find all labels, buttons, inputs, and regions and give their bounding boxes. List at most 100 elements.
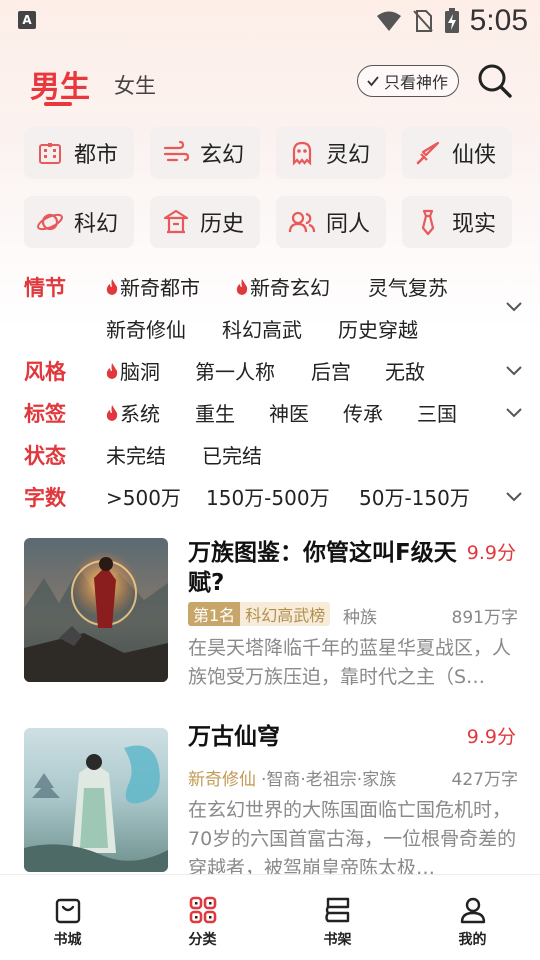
filter-option[interactable]: 神医 — [269, 398, 309, 427]
book-title[interactable]: 万族图鉴：你管这叫F级天赋? — [188, 538, 458, 598]
category-label: 历史 — [200, 212, 245, 237]
category-kehuan[interactable]: 科幻 — [24, 196, 134, 248]
filter-option[interactable]: 已完结 — [202, 440, 262, 469]
category-tongren[interactable]: 同人 — [276, 196, 386, 248]
filter-label: 字数 — [24, 486, 66, 510]
category-label: 同人 — [326, 212, 371, 237]
book-word-count: 891万字 — [451, 608, 518, 628]
category-linghuan[interactable]: 灵幻 — [276, 127, 386, 179]
filter-option[interactable]: 50万-150万 — [359, 482, 470, 511]
category-label: 灵幻 — [326, 143, 371, 168]
filter-row-plot: 情节 新奇都市 新奇玄幻 灵气复苏 新奇修仙 科幻高武 历史穿越 — [24, 266, 524, 350]
category-label: 玄幻 — [200, 143, 245, 168]
filter-option[interactable]: 后宫 — [311, 356, 351, 385]
bookstore-bag-icon — [55, 898, 80, 924]
filter-panel: 情节 新奇都市 新奇玄幻 灵气复苏 新奇修仙 科幻高武 历史穿越 风格 脑洞 第… — [24, 266, 524, 518]
nav-profile[interactable]: 我的 — [405, 875, 540, 960]
filter-option[interactable]: 无敌 — [385, 356, 425, 385]
book-cover — [24, 538, 168, 682]
book-genre[interactable]: 新奇修仙 — [188, 765, 256, 790]
book-title[interactable]: 万古仙穹 — [188, 722, 458, 752]
book-score: 9.9分 — [466, 726, 516, 748]
category-label: 现实 — [452, 212, 497, 237]
clock-time: 5:05 — [469, 4, 528, 37]
active-tab-indicator — [44, 102, 72, 106]
filter-option[interactable]: 第一人称 — [195, 356, 275, 385]
filter-option[interactable]: 新奇玄幻 — [236, 272, 330, 301]
app-notification-icon: A — [18, 11, 36, 29]
category-dushi[interactable]: 都市 — [24, 127, 134, 179]
filter-row-style: 风格 脑洞 第一人称 后宫 无敌 — [24, 350, 524, 392]
filter-row-words: 字数 >500万 150万-500万 50万-150万 — [24, 476, 524, 518]
filter-option[interactable]: 灵气复苏 — [368, 272, 448, 301]
bottom-nav: 书城 分类 书架 我的 — [0, 874, 540, 960]
check-icon — [367, 76, 379, 87]
nav-category[interactable]: 分类 — [135, 875, 270, 960]
fire-icon — [106, 404, 118, 421]
people-icon — [288, 211, 316, 233]
ghost-icon — [292, 141, 312, 166]
wifi-icon — [376, 11, 401, 31]
filter-option[interactable]: 新奇修仙 — [106, 314, 186, 343]
category-lishi[interactable]: 历史 — [150, 196, 260, 248]
category-grid: 都市 玄幻 灵幻 仙侠 科幻 历史 同人 现实 — [24, 127, 518, 265]
header: 男生 女生 只看神作 — [0, 56, 540, 116]
rank-list-name: 科幻高武榜 — [240, 602, 331, 626]
search-icon[interactable] — [476, 62, 514, 100]
fire-icon — [106, 278, 118, 295]
chevron-down-icon[interactable] — [504, 360, 524, 380]
chevron-down-icon[interactable] — [504, 402, 524, 422]
category-label: 科幻 — [74, 212, 119, 237]
filter-option[interactable]: >500万 — [106, 482, 181, 511]
filter-option[interactable]: 系统 — [106, 398, 160, 427]
book-description: 在昊天塔降临千年的蓝星华夏战区，人族饱受万族压迫，靠时代之主（S… — [188, 637, 512, 688]
tie-icon — [421, 209, 435, 236]
profile-icon — [460, 897, 485, 924]
filter-option[interactable]: 重生 — [195, 398, 235, 427]
filter-option[interactable]: 三国 — [417, 398, 457, 427]
filter-row-status: 状态 未完结 已完结 — [24, 434, 524, 476]
only-best-label: 只看神作 — [384, 73, 449, 92]
book-description: 在玄幻世界的大陈国面临亡国危机时，70岁的六国首富古海，一位根骨奇差的穿越者，被… — [188, 799, 517, 879]
tab-male[interactable]: 男生 — [30, 62, 90, 106]
rank-badge[interactable]: 第1名 科幻高武榜 — [188, 602, 331, 626]
filter-label: 情节 — [24, 276, 66, 300]
book-card[interactable]: 万族图鉴：你管这叫F级天赋? 9.9分 第1名 科幻高武榜 种族 891万字 在… — [24, 538, 518, 688]
filter-label: 风格 — [24, 360, 66, 384]
fire-icon — [236, 278, 248, 295]
wind-icon — [163, 140, 190, 162]
chevron-down-icon[interactable] — [504, 296, 524, 316]
book-score: 9.9分 — [466, 542, 516, 564]
category-xuanhuan[interactable]: 玄幻 — [150, 127, 260, 179]
nav-bookstore[interactable]: 书城 — [0, 875, 135, 960]
category-xianxia[interactable]: 仙侠 — [402, 127, 512, 179]
nav-label: 我的 — [458, 932, 487, 948]
book-cover — [24, 728, 168, 872]
no-sim-icon — [412, 10, 433, 32]
filter-option[interactable]: 新奇都市 — [106, 272, 200, 301]
filter-option[interactable]: 历史穿越 — [338, 314, 418, 343]
filter-row-tags: 标签 系统 重生 神医 传承 三国 — [24, 392, 524, 434]
book-meta: 第1名 科幻高武榜 种族 891万字 — [188, 602, 518, 628]
filter-label: 标签 — [24, 402, 66, 426]
pavilion-icon — [163, 209, 189, 234]
nav-label: 分类 — [188, 932, 217, 948]
book-tags: ·智商·老祖宗·家族 — [261, 770, 397, 790]
filter-option[interactable]: 科幻高武 — [222, 314, 302, 343]
rank-position: 第1名 — [188, 602, 241, 626]
chevron-down-icon[interactable] — [504, 486, 524, 506]
category-xianshi[interactable]: 现实 — [402, 196, 512, 248]
filter-option[interactable]: 脑洞 — [106, 356, 160, 385]
sword-icon — [416, 141, 440, 165]
filter-option[interactable]: 未完结 — [106, 440, 166, 469]
filter-option[interactable]: 150万-500万 — [206, 482, 330, 511]
nav-bookshelf[interactable]: 书架 — [270, 875, 405, 960]
building-icon — [39, 143, 61, 164]
filter-option[interactable]: 传承 — [343, 398, 383, 427]
book-tag: 种族 — [343, 608, 377, 628]
category-grid-icon — [189, 896, 216, 924]
only-best-toggle[interactable]: 只看神作 — [357, 65, 460, 97]
tab-female[interactable]: 女生 — [114, 70, 156, 100]
book-card[interactable]: 万古仙穹 9.9分 新奇修仙 ·智商·老祖宗·家族 427万字 在玄幻世界的大陈… — [24, 722, 518, 879]
book-word-count: 427万字 — [451, 770, 518, 790]
